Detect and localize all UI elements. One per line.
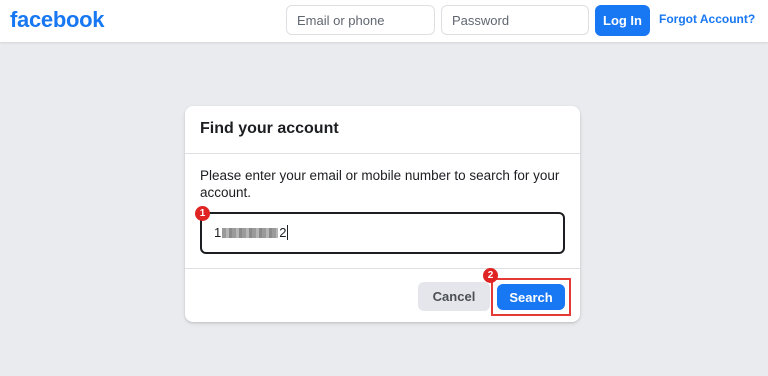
cancel-button[interactable]: Cancel <box>418 282 490 311</box>
find-account-card: Find your account Please enter your emai… <box>185 106 580 322</box>
text-cursor <box>287 225 289 240</box>
log-in-button[interactable]: Log In <box>595 5 650 36</box>
footer-divider <box>185 268 580 269</box>
search-button[interactable]: Search <box>497 284 565 310</box>
email-or-phone-input[interactable] <box>286 5 435 35</box>
forgot-account-link[interactable]: Forgot Account? <box>659 12 755 26</box>
redacted-text-icon <box>222 227 279 238</box>
facebook-logo[interactable]: facebook <box>10 7 104 33</box>
value-prefix: 1 <box>214 225 222 240</box>
header-divider <box>185 153 580 154</box>
step-1-badge: 1 <box>195 206 210 221</box>
top-navigation-bar: facebook Log In Forgot Account? <box>0 0 768 42</box>
search-button-highlight: Search <box>491 278 571 316</box>
email-or-mobile-search-input[interactable]: 1 2 <box>200 212 565 254</box>
value-suffix: 2 <box>279 225 287 240</box>
step-2-badge: 2 <box>483 268 498 283</box>
password-input[interactable] <box>441 5 589 35</box>
card-title: Find your account <box>200 120 339 137</box>
search-input-value: 1 2 <box>214 225 289 240</box>
instructions-text: Please enter your email or mobile number… <box>200 168 560 200</box>
